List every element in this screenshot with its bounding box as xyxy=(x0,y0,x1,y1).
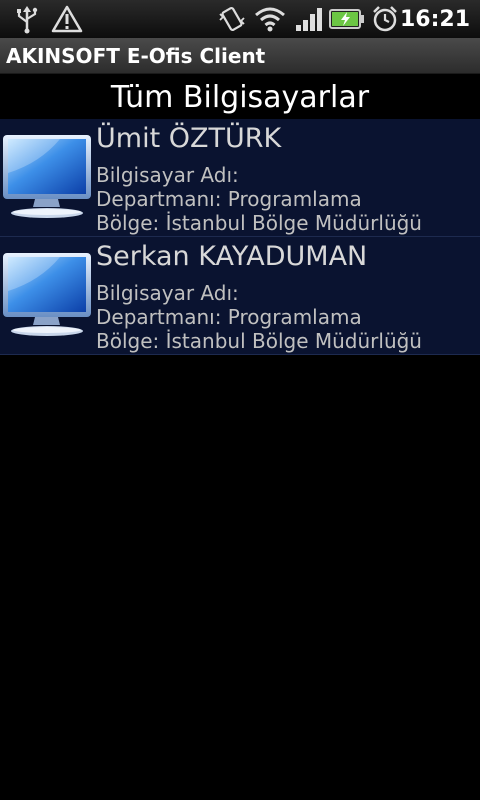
department-label: Departmanı: Programlama xyxy=(96,305,362,329)
user-name: Ümit ÖZTÜRK xyxy=(96,123,282,154)
app-title: AKINSOFT E-Ofis Client xyxy=(6,44,266,68)
status-time: 16:21 xyxy=(399,6,470,32)
vibrate-icon xyxy=(216,0,248,38)
computer-monitor-icon xyxy=(0,133,96,223)
user-name: Serkan KAYADUMAN xyxy=(96,241,368,272)
battery-charging-icon xyxy=(328,0,366,38)
app-title-bar: AKINSOFT E-Ofis Client xyxy=(0,38,480,74)
signal-icon xyxy=(292,0,326,38)
page-title: Tüm Bilgisayarlar xyxy=(110,79,370,115)
status-bar: 16:21 xyxy=(0,0,480,39)
department-label: Departmanı: Programlama xyxy=(96,187,362,211)
region-label: Bölge: İstanbul Bölge Müdürlüğü xyxy=(96,329,422,353)
usb-icon xyxy=(10,0,44,38)
alarm-icon xyxy=(370,0,400,38)
list-item[interactable]: Ümit ÖZTÜRK Bilgisayar Adı: Departmanı: … xyxy=(0,119,480,237)
list-item[interactable]: Serkan KAYADUMAN Bilgisayar Adı: Departm… xyxy=(0,237,480,355)
computer-list: Ümit ÖZTÜRK Bilgisayar Adı: Departmanı: … xyxy=(0,119,480,355)
region-label: Bölge: İstanbul Bölge Müdürlüğü xyxy=(96,211,422,235)
computer-monitor-icon xyxy=(0,251,96,341)
computer-name-label: Bilgisayar Adı: xyxy=(96,163,239,187)
warning-icon xyxy=(50,0,84,38)
wifi-icon xyxy=(252,0,288,38)
computer-name-label: Bilgisayar Adı: xyxy=(96,281,239,305)
